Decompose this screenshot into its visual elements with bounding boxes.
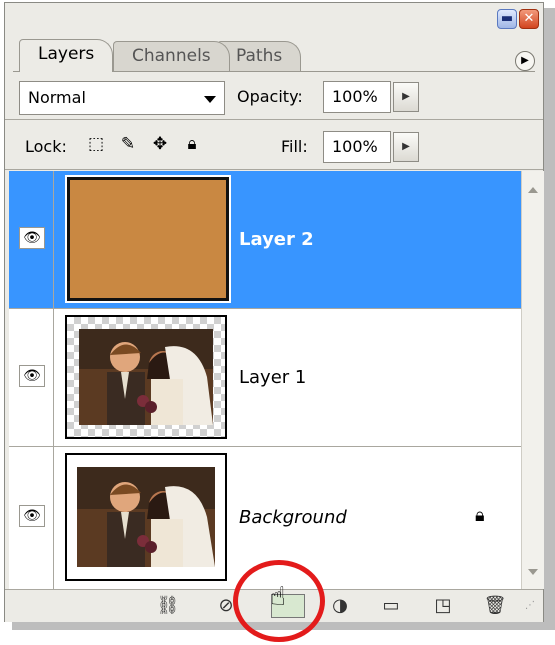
- folder-icon[interactable]: ▭: [377, 594, 405, 618]
- lock-icon: 🔒︎: [475, 505, 485, 526]
- scroll-down-icon[interactable]: [528, 569, 538, 575]
- trash-icon[interactable]: 🗑︎: [481, 594, 509, 618]
- layers-scrollbar[interactable]: [521, 171, 544, 589]
- layer-row-layer-2[interactable]: 👁︎ Layer 2: [9, 171, 521, 309]
- lock-label: Lock:: [25, 137, 67, 156]
- eye-icon[interactable]: 👁︎: [19, 365, 45, 387]
- layer-name[interactable]: Layer 1: [239, 367, 306, 389]
- fill-slider-button[interactable]: ▶: [393, 132, 419, 162]
- divider: [53, 171, 54, 309]
- blend-mode-select[interactable]: Normal: [19, 81, 225, 115]
- scroll-up-icon[interactable]: [528, 187, 538, 193]
- layer-name[interactable]: Background: [239, 507, 347, 529]
- blend-row: Normal Opacity: 100% ▶: [5, 81, 543, 119]
- layer-thumbnail: [65, 175, 231, 303]
- minimize-icon[interactable]: ▬: [497, 9, 517, 29]
- layer-thumbnail: [65, 453, 227, 581]
- layer-name[interactable]: Layer 2: [239, 229, 314, 251]
- blend-mode-value: Normal: [28, 88, 86, 107]
- hand-cursor-icon: ☝: [270, 582, 286, 612]
- layer-row-layer-1[interactable]: 👁︎ Layer 1: [9, 309, 521, 447]
- close-icon[interactable]: ✕: [519, 9, 539, 29]
- resize-grip-icon[interactable]: ⋰: [521, 594, 539, 618]
- lock-transparent-pixels-icon[interactable]: ⬚: [85, 133, 107, 155]
- layers-palette: ▬ ✕ Layers Channels Paths ▶ Normal Opaci…: [4, 2, 544, 622]
- title-bar: ▬ ✕: [5, 3, 543, 35]
- layer-thumbnail: [65, 315, 227, 439]
- palette-menu-icon[interactable]: ▶: [515, 51, 535, 71]
- lock-position-icon[interactable]: ✥: [149, 133, 171, 155]
- chevron-down-icon: [204, 96, 216, 103]
- divider: [53, 309, 54, 447]
- adjustment-layer-icon[interactable]: ◑: [325, 594, 355, 618]
- opacity-label: Opacity:: [237, 87, 303, 106]
- wedding-photo-icon: [79, 329, 213, 425]
- divider: [5, 169, 543, 170]
- fill-input[interactable]: 100%: [323, 131, 391, 163]
- lock-image-pixels-icon[interactable]: ✎: [117, 133, 139, 155]
- opacity-slider-button[interactable]: ▶: [393, 82, 419, 112]
- new-layer-icon[interactable]: ◳: [429, 594, 457, 618]
- eye-icon[interactable]: 👁︎: [19, 505, 45, 527]
- lock-row: Lock: ⬚ ✎ ✥ 🔒︎ Fill: 100% ▶: [5, 129, 543, 167]
- tab-channels[interactable]: Channels: [113, 41, 230, 71]
- wedding-photo-icon: [77, 467, 215, 567]
- divider: [5, 119, 543, 120]
- divider: [53, 447, 54, 589]
- layers-list: 👁︎ Layer 2 👁︎ Layer 1 👁︎ Background 🔒︎: [9, 171, 521, 589]
- eye-icon[interactable]: 👁︎: [19, 227, 45, 249]
- palette-tabs: Layers Channels Paths: [13, 37, 535, 72]
- link-icon[interactable]: ⛓: [151, 594, 185, 618]
- lock-all-icon[interactable]: 🔒︎: [181, 133, 203, 155]
- tab-layers[interactable]: Layers: [19, 39, 114, 72]
- fill-label: Fill:: [281, 137, 308, 156]
- opacity-input[interactable]: 100%: [323, 81, 391, 113]
